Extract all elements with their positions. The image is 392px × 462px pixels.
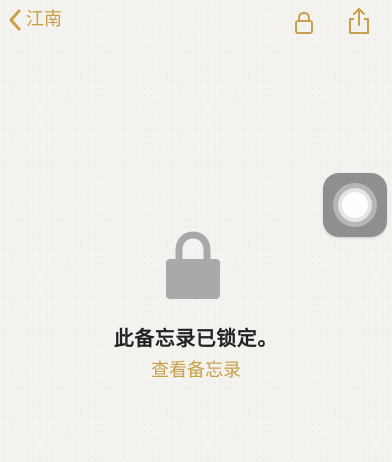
assistive-touch-inner-dot xyxy=(342,192,368,218)
large-lock-icon xyxy=(162,229,224,301)
share-icon[interactable] xyxy=(345,6,373,36)
back-button-label: 江南 xyxy=(26,9,62,30)
view-note-link[interactable]: 查看备忘录 xyxy=(0,356,392,382)
chevron-left-icon xyxy=(8,8,22,32)
notes-locked-screen: 江南 此备忘录已锁定。 查看备忘录 xyxy=(0,0,392,462)
assistive-touch-button[interactable] xyxy=(323,173,387,237)
navigation-bar: 江南 xyxy=(0,0,392,44)
locked-message: 此备忘录已锁定。 xyxy=(114,326,278,350)
back-button[interactable]: 江南 xyxy=(8,8,62,32)
lock-icon[interactable] xyxy=(292,10,316,34)
